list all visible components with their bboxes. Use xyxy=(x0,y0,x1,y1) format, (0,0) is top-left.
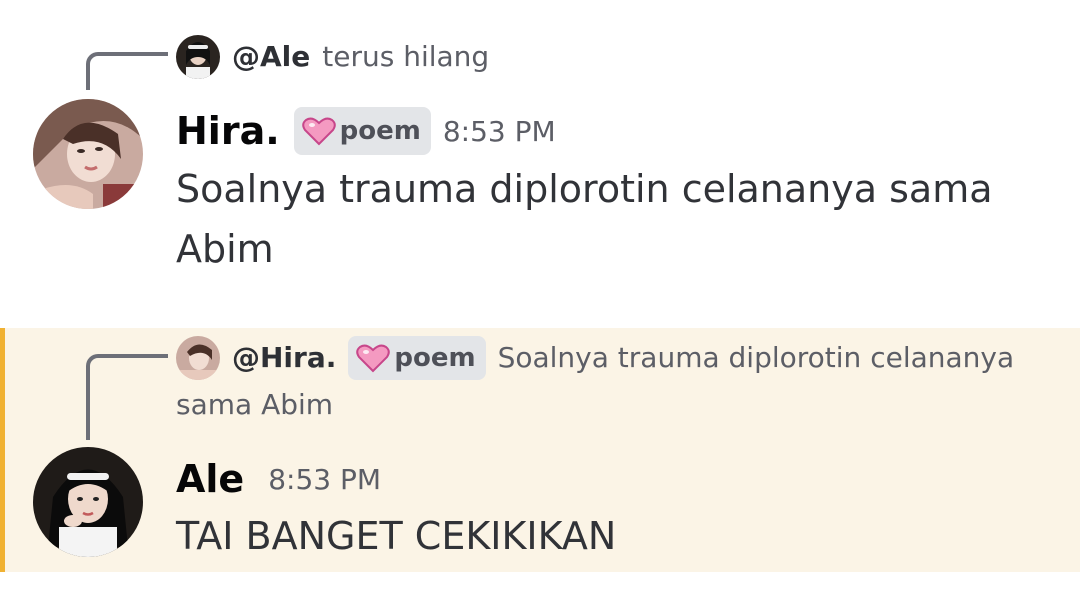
reply-text: Soalnya trauma diplorotin celananya xyxy=(497,341,1015,374)
reply-preview[interactable]: @Ale terus hilang xyxy=(176,33,489,80)
reply-text-continued: sama Abim xyxy=(176,388,334,421)
message-content: TAI BANGET CEKIKIKAN xyxy=(176,514,617,558)
author-name[interactable]: Hira. xyxy=(176,109,280,153)
reply-role-tag: poem xyxy=(348,336,486,380)
reply-role-tag-label: poem xyxy=(394,343,476,373)
message-header: Hira. poem 8:53 PM xyxy=(176,104,556,158)
pink-heart-icon xyxy=(356,344,391,373)
role-tag-label: poem xyxy=(339,116,421,146)
reply-avatar-hira xyxy=(176,336,220,380)
avatar-ale[interactable] xyxy=(33,447,143,557)
reply-spine xyxy=(86,354,168,440)
reply-spine xyxy=(86,52,168,90)
message-content: Soalnya trauma diplorotin celananya sama… xyxy=(176,167,993,271)
reply-preview[interactable]: @Hira. poem Soalnya trauma diplorotin ce… xyxy=(176,334,1014,381)
timestamp[interactable]: 8:53 PM xyxy=(268,463,381,496)
timestamp[interactable]: 8:53 PM xyxy=(443,115,556,148)
message-ale: @Hira. poem Soalnya trauma diplorotin ce… xyxy=(0,328,1080,572)
pink-heart-icon xyxy=(301,117,336,146)
reply-text: terus hilang xyxy=(322,40,490,73)
reply-author[interactable]: @Hira. xyxy=(232,341,336,374)
reply-author[interactable]: @Ale xyxy=(232,40,310,73)
author-name[interactable]: Ale xyxy=(176,457,244,501)
reply-avatar-ale xyxy=(176,35,220,79)
role-tag[interactable]: poem xyxy=(293,107,431,155)
message-header: Ale 8:53 PM xyxy=(176,454,381,504)
message-hira: @Ale terus hilang Hira. poem 8:53 PM Soal… xyxy=(0,0,1080,320)
mention-highlight-bar xyxy=(0,328,5,572)
avatar-hira[interactable] xyxy=(33,99,143,209)
